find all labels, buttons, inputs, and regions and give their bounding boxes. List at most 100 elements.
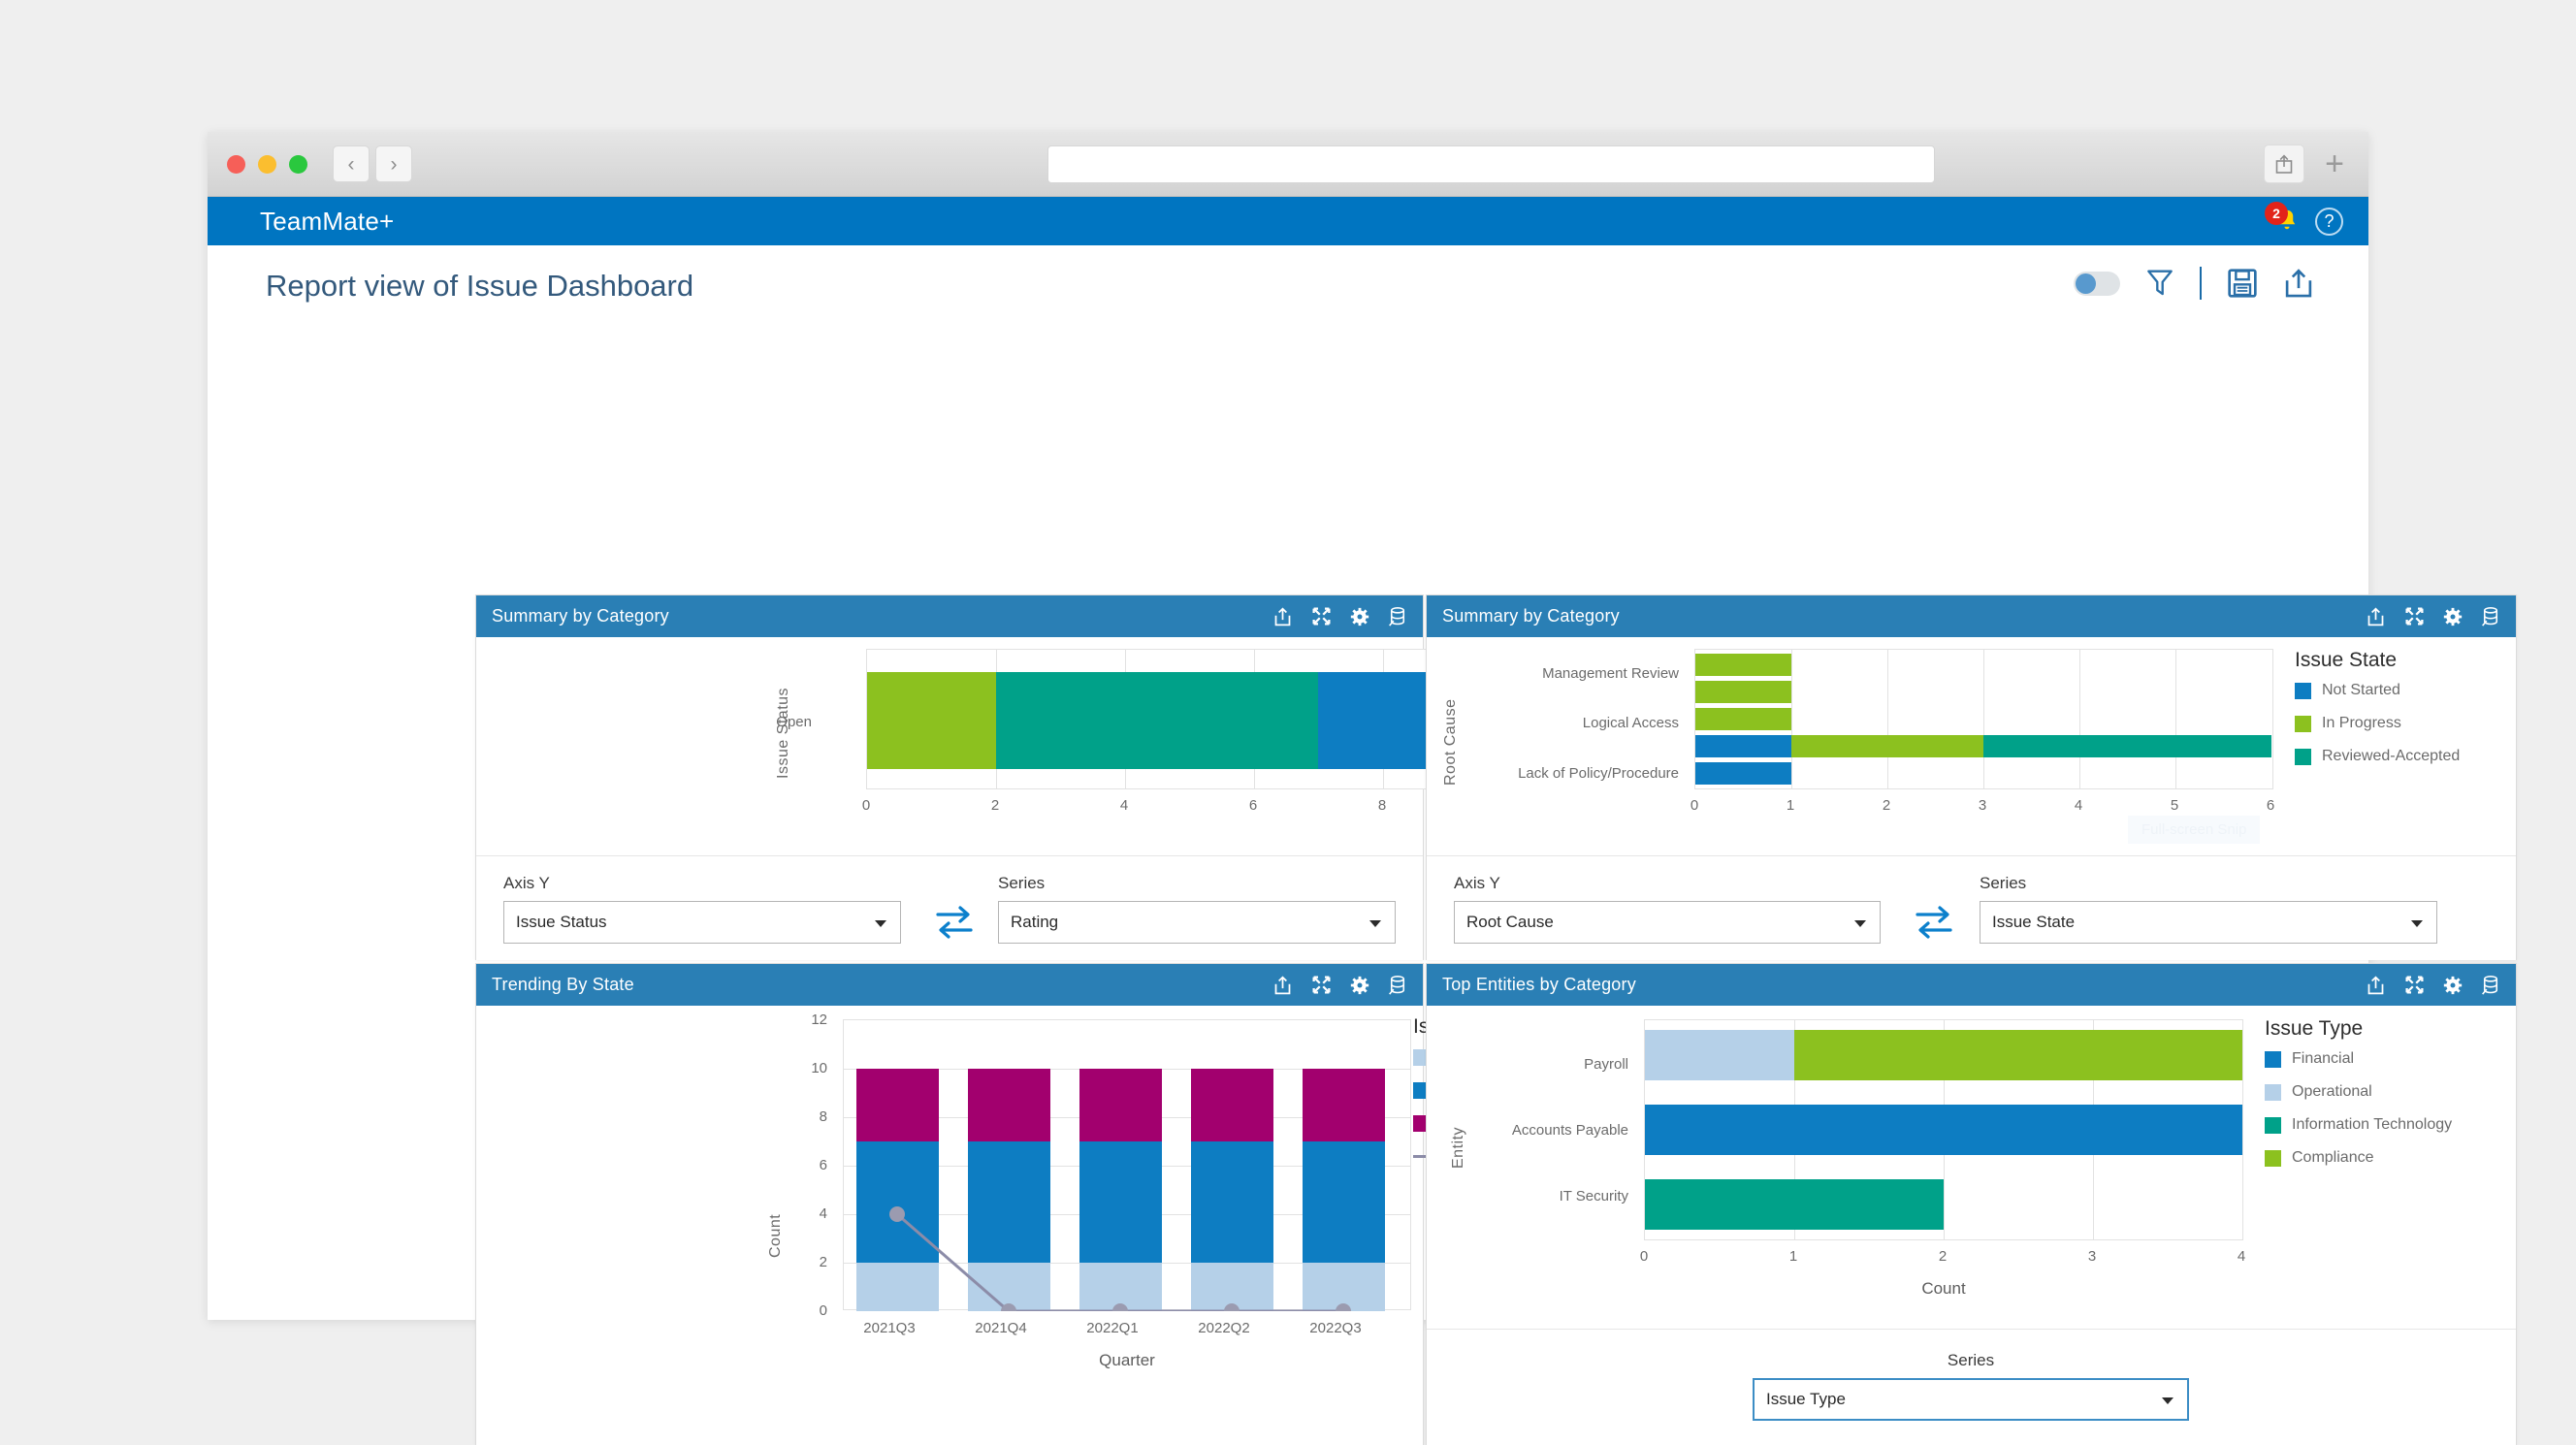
x-tick-label: 4 [2237,1248,2246,1265]
data-point [1336,1303,1351,1311]
plot-area [1694,649,2273,789]
address-bar[interactable] [1047,145,1935,183]
chevron-down-icon [2411,920,2423,927]
data-icon[interactable] [1388,975,1407,996]
legend-swatch [2295,748,2311,765]
chart-trending-by-state: Count 12 10 8 6 4 2 0 2021Q3 2021Q4 2022… [476,1006,1520,1445]
filter-icon[interactable] [2145,268,2174,299]
legend-title: Issue State [2295,649,2398,671]
export-icon[interactable] [1272,975,1293,996]
legend-title: Issue Type [2265,1017,2364,1040]
legend-item[interactable]: Compliance [2265,1149,2452,1167]
legend-label: In Progress [2322,715,2401,731]
series-select[interactable]: Issue State [1980,901,2437,944]
export-icon[interactable] [1272,606,1293,627]
help-button[interactable]: ? [2315,207,2343,236]
y-tick-label: Accounts Payable [1511,1122,1628,1139]
x-tick-label: 0 [1690,797,1699,814]
legend-item[interactable]: In Progress [2295,715,2460,732]
swap-axis-series-button[interactable] [932,903,977,942]
maximize-window-button[interactable] [289,154,307,174]
axis-y-select[interactable]: Root Cause [1454,901,1881,944]
data-icon[interactable] [2481,606,2500,627]
bar-segment-critical[interactable] [867,672,996,769]
page-titlebar: Report view of Issue Dashboard [208,245,2368,327]
y-tick-label: IT Security [1559,1188,1628,1204]
x-tick-label: 2022Q3 [1309,1320,1362,1336]
data-icon[interactable] [2481,975,2500,996]
save-icon[interactable] [2227,268,2258,299]
y-tick-label: Lack of Policy/Procedure [1518,765,1679,782]
axis-y-value: Issue Status [516,913,607,931]
gear-icon[interactable] [2443,607,2463,626]
legend-item[interactable]: Operational [2265,1083,2452,1101]
new-tab-button[interactable]: + [2314,144,2355,183]
plus-icon: + [2325,145,2344,182]
series-control: Series Issue Type [1753,1351,2189,1421]
bar-segment-information-technology[interactable] [1645,1179,1944,1230]
data-icon[interactable] [1388,606,1407,627]
series-select[interactable]: Issue Type [1753,1378,2189,1421]
bar-segment-in-progress[interactable] [1695,708,1791,730]
legend-item[interactable]: Financial [2265,1050,2452,1068]
export-icon[interactable] [2283,268,2314,300]
y-tick-label: 10 [811,1060,827,1076]
fullscreen-icon[interactable] [1311,606,1332,626]
legend-swatch [2265,1116,2281,1134]
bar-segment-in-progress[interactable] [1791,735,1983,757]
minimize-window-button[interactable] [258,154,276,174]
legend-label: Not Started [2322,682,2400,698]
bar-segment-reviewed-accepted[interactable] [1983,735,2271,757]
notifications-button[interactable]: 2 [2265,202,2302,236]
axis-y-control: Axis Y Root Cause [1454,874,1881,944]
bar-segment-compliance[interactable] [1794,1030,2242,1080]
bar-segment-in-progress[interactable] [1695,654,1791,676]
browser-share-button[interactable] [2264,144,2304,183]
gear-icon[interactable] [2443,976,2463,995]
page-title: Report view of Issue Dashboard [266,269,694,303]
gridline [2079,650,2080,788]
legend-label: Operational [2292,1083,2372,1100]
x-tick-label: 2022Q2 [1198,1320,1250,1336]
line-series-new [889,1206,1351,1311]
axis-y-select[interactable]: Issue Status [503,901,901,944]
notification-badge: 2 [2265,202,2288,225]
panel-title: Summary by Category [492,606,669,626]
series-label: Series [1980,874,2027,892]
x-tick-label: 0 [861,797,871,814]
back-button[interactable]: ‹ [333,145,370,182]
legend-item[interactable]: Not Started [2295,682,2460,699]
bar-segment-significant[interactable] [996,672,1318,769]
bar-segment-operational[interactable] [1645,1030,1794,1080]
close-window-button[interactable] [227,154,245,174]
view-mode-toggle[interactable] [2074,271,2120,296]
plot-area [866,649,1511,789]
y-tick-label: Open [776,714,812,730]
legend-item[interactable]: Information Technology [2265,1116,2452,1134]
export-icon[interactable] [2366,606,2386,627]
bar-segment-not-started[interactable] [1695,762,1791,785]
x-axis-title: Count [1921,1279,1966,1298]
snip-tooltip-watermark: Full-screen Snip [2128,816,2261,844]
x-tick-label: 2 [990,797,1000,814]
panel-header: Summary by Category [476,595,1423,637]
x-tick-label: 2 [1938,1248,1948,1265]
bar-segment-in-progress[interactable] [1695,681,1791,703]
panel-body: Root Cause Management Review Logical Acc… [1427,637,2516,960]
chart-top-entities-by-category: Entity Payroll Accounts Payable IT Secur… [1427,1006,2518,1298]
forward-button[interactable]: › [375,145,412,182]
bar-segment-not-started[interactable] [1695,735,1791,757]
bar-segment-financial[interactable] [1645,1105,2242,1155]
series-value: Issue Type [1766,1390,1846,1408]
fullscreen-icon[interactable] [2404,606,2425,626]
gear-icon[interactable] [1350,976,1369,995]
export-icon[interactable] [2366,975,2386,996]
legend-item[interactable]: Reviewed-Accepted [2295,748,2460,765]
series-select[interactable]: Rating [998,901,1396,944]
fullscreen-icon[interactable] [1311,975,1332,995]
chevron-down-icon [2162,1397,2174,1404]
panel-header: Summary by Category [1427,595,2516,637]
gear-icon[interactable] [1350,607,1369,626]
swap-axis-series-button[interactable] [1912,903,1956,942]
fullscreen-icon[interactable] [2404,975,2425,995]
